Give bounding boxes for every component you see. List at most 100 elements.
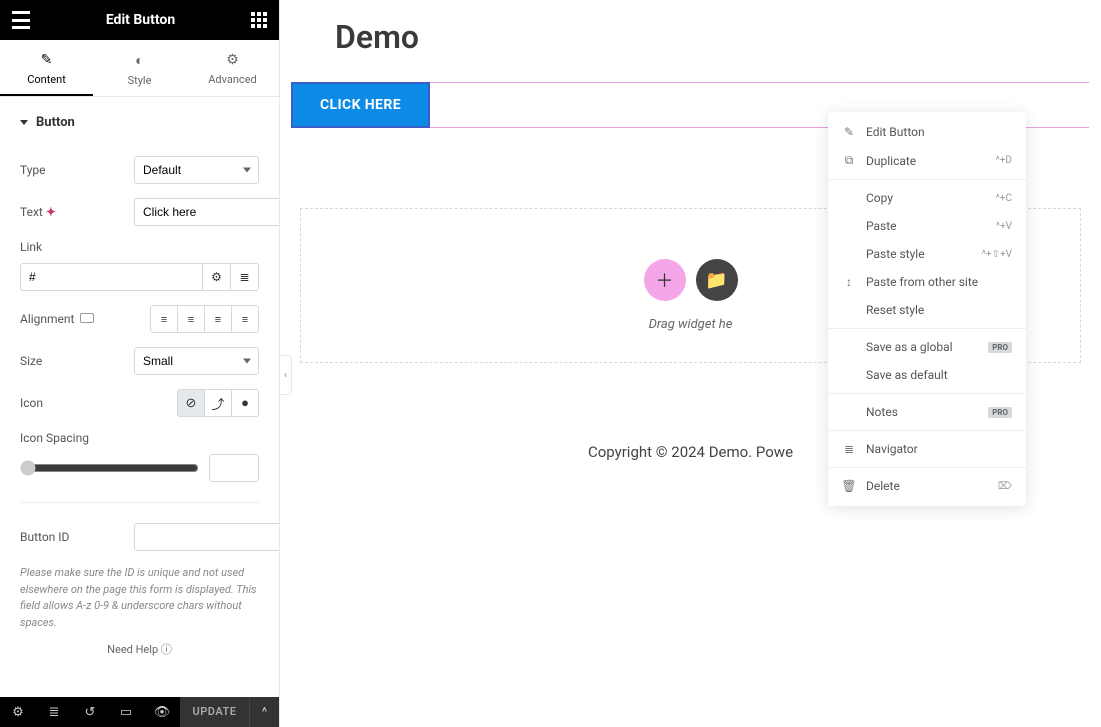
control-link: Link ⚙ ≣ [20,240,259,291]
context-menu-separator [828,430,1026,431]
context-menu-item-edit-button[interactable]: ✎ Edit Button [828,118,1026,146]
responsive-mode-icon[interactable]: ▭ [108,697,144,727]
context-menu-item-paste-style[interactable]: Paste style ^+⇧+V [828,240,1026,268]
icon-spacing-value[interactable] [209,454,259,482]
context-menu: ✎ Edit Button ⧉ Duplicate ^+D Copy ^+C Paste^+V… [828,112,1026,506]
control-size: Size Small [20,347,259,375]
ctx-icon: ↕ [842,275,856,289]
link-options-button[interactable]: ⚙ [203,263,231,291]
ctx-label: Copy [866,191,986,205]
align-right-button[interactable]: ≡ [204,305,232,333]
panel-tabs: ✎ Content ◐ Style ⚙ Advanced [0,40,279,97]
align-center-button[interactable]: ≡ [177,305,205,333]
type-select-input[interactable]: Default [134,156,259,184]
button-id-wrap: ≣ [134,523,259,551]
text-label: Text ✦ [20,205,56,219]
type-select[interactable]: Default [134,156,259,184]
context-menu-item-save-as-default[interactable]: Save as default [828,361,1026,389]
preview-icon[interactable]: 👁 [144,697,180,727]
alignment-label: Alignment [20,312,94,326]
collapse-sidebar-handle[interactable]: ‹ [280,355,292,395]
control-type: Type Default [20,156,259,184]
tab-style-label: Style [128,74,152,87]
ctx-label: Paste style [866,247,972,261]
ctx-icon: 🗑 [842,479,856,493]
text-input[interactable] [134,198,279,226]
hamburger-menu-icon[interactable] [12,11,30,29]
context-menu-separator [828,467,1026,468]
control-icon: Icon ⊘ ⤴ ● [20,389,259,417]
pencil-icon: ✎ [41,52,53,68]
ctx-label: Paste from other site [866,275,1012,289]
revisions-icon[interactable]: ≣ [36,697,72,727]
ctx-shortcut: ^+C [996,193,1012,204]
ctx-icon: ⧉ [842,153,856,168]
icon-upload-button[interactable]: ⤴ [204,389,232,417]
sidebar-header: Edit Button [0,0,279,40]
size-select-input[interactable]: Small [134,347,259,375]
ctx-label: Reset style [866,303,1012,317]
ctx-label: Edit Button [866,125,1012,139]
ctx-shortcut: ^+⇧+V [982,249,1012,260]
responsive-icon[interactable] [80,313,94,323]
context-menu-item-notes[interactable]: NotesPRO [828,398,1026,426]
ctx-label: Save as a global [866,340,978,354]
ctx-icon: ≣ [842,442,856,456]
pro-badge: PRO [988,342,1012,353]
context-menu-item-paste[interactable]: Paste^+V [828,212,1026,240]
ctx-label: Delete [866,479,988,493]
alignment-group: ≡ ≡ ≡ ≡ [150,305,259,333]
control-alignment: Alignment ≡ ≡ ≡ ≡ [20,305,259,333]
context-menu-item-copy[interactable]: Copy ^+C [828,184,1026,212]
tab-style[interactable]: ◐ Style [93,40,186,96]
tab-content-label: Content [27,73,66,86]
context-menu-item-delete[interactable]: 🗑Delete⌦ [828,472,1026,500]
icon-picker: ⊘ ⤴ ● [177,389,259,417]
accordion-button-section[interactable]: Button [20,97,259,142]
icon-spacing-label: Icon Spacing [20,431,89,445]
tab-advanced[interactable]: ⚙ Advanced [186,40,279,96]
button-id-input[interactable] [134,523,279,551]
need-help-link[interactable]: Need Help ⓘ [20,631,259,667]
context-menu-item-duplicate[interactable]: ⧉ Duplicate ^+D [828,146,1026,175]
tab-advanced-label: Advanced [208,73,256,86]
add-widget-button[interactable]: ＋ [644,259,686,301]
context-menu-item-paste-from-other-site[interactable]: ↕ Paste from other site [828,268,1026,296]
link-dynamic-button[interactable]: ≣ [231,263,259,291]
gear-icon: ⚙ [226,52,239,68]
context-menu-item-reset-style[interactable]: Reset style [828,296,1026,324]
link-input[interactable] [20,263,203,291]
size-select[interactable]: Small [134,347,259,375]
settings-icon[interactable]: ⚙ [0,697,36,727]
ctx-label: Navigator [866,442,1012,456]
align-left-button[interactable]: ≡ [150,305,178,333]
sidebar-footer: ⚙ ≣ ↺ ▭ 👁 UPDATE ^ [0,697,279,727]
add-template-button[interactable]: 📁 [696,259,738,301]
context-menu-item-navigator[interactable]: ≣ Navigator [828,435,1026,463]
editor-sidebar: Edit Button ✎ Content ◐ Style ⚙ Advanced… [0,0,280,727]
context-menu-separator [828,393,1026,394]
ctx-shortcut: ^+D [996,155,1012,166]
ctx-label: Duplicate [866,154,986,168]
align-justify-button[interactable]: ≡ [231,305,259,333]
update-button[interactable]: UPDATE [180,697,249,727]
history-icon[interactable]: ↺ [72,697,108,727]
tab-content[interactable]: ✎ Content [0,40,93,96]
context-menu-separator [828,328,1026,329]
icon-library-button[interactable]: ● [231,389,259,417]
caret-down-icon [20,120,28,125]
button-id-label: Button ID [20,530,69,544]
widgets-grid-icon[interactable] [251,12,267,28]
demo-button-widget[interactable]: CLICK HERE [292,83,429,127]
context-menu-separator [828,179,1026,180]
icon-none-button[interactable]: ⊘ [177,389,205,417]
ctx-icon: ✎ [842,125,856,139]
control-text: Text ✦ ≣ [20,198,259,226]
control-button-id: Button ID ≣ [20,523,259,551]
contrast-icon: ◐ [135,52,143,69]
ctx-label: Paste [866,219,986,233]
update-options-button[interactable]: ^ [249,697,279,727]
icon-spacing-slider[interactable] [20,460,199,476]
context-menu-item-save-as-a-global[interactable]: Save as a global PRO [828,333,1026,361]
ai-sparkle-icon[interactable]: ✦ [46,205,56,219]
